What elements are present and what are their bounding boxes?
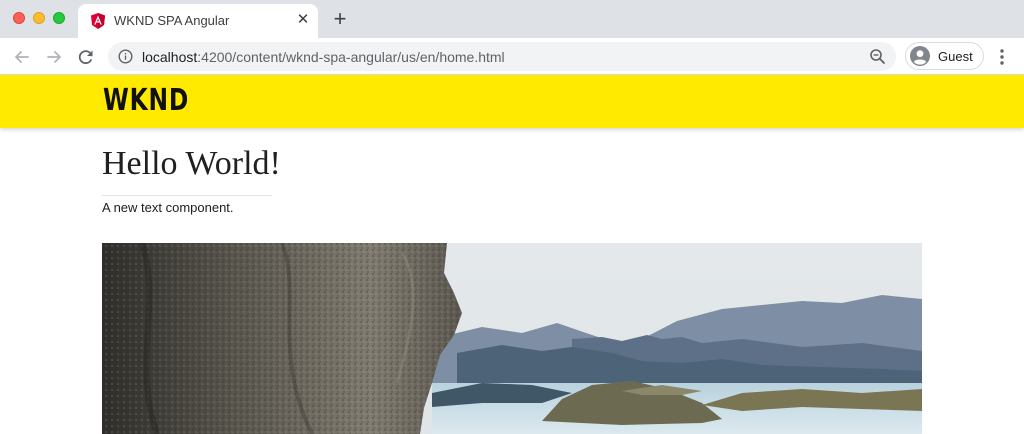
arrow-right-icon[interactable]	[43, 46, 65, 68]
profile-button[interactable]: Guest	[905, 42, 984, 70]
arrow-left-icon[interactable]	[11, 46, 33, 68]
profile-label: Guest	[938, 49, 973, 64]
address-bar[interactable]: localhost:4200/content/wknd-spa-angular/…	[108, 42, 896, 71]
site-header: WKND	[0, 75, 1024, 128]
angular-icon	[91, 13, 105, 29]
url-text[interactable]: localhost:4200/content/wknd-spa-angular/…	[142, 49, 505, 65]
title-divider	[102, 195, 272, 196]
page-title: Hello World!	[102, 145, 281, 182]
site-logo[interactable]: WKND	[103, 85, 189, 117]
browser-toolbar: localhost:4200/content/wknd-spa-angular/…	[0, 38, 1024, 75]
url-path: :4200/content/wknd-spa-angular/us/en/hom…	[197, 49, 505, 65]
hero-image	[102, 243, 922, 434]
url-host: localhost	[142, 49, 198, 65]
close-window-button[interactable]	[13, 12, 25, 24]
reload-icon[interactable]	[75, 46, 97, 68]
tab-strip: WKND SPA Angular ✕ +	[0, 0, 1024, 38]
info-icon[interactable]	[118, 49, 133, 64]
zoom-window-button[interactable]	[53, 12, 65, 24]
person-icon	[910, 46, 930, 66]
zoom-out-icon[interactable]	[869, 48, 886, 65]
text-component: A new text component.	[102, 200, 234, 215]
browser-tab[interactable]: WKND SPA Angular ✕	[78, 4, 318, 38]
more-vertical-icon[interactable]	[994, 47, 1010, 67]
minimize-window-button[interactable]	[33, 12, 45, 24]
tab-title: WKND SPA Angular	[114, 13, 230, 28]
close-icon[interactable]: ✕	[296, 12, 310, 27]
plus-icon[interactable]: +	[330, 8, 350, 30]
